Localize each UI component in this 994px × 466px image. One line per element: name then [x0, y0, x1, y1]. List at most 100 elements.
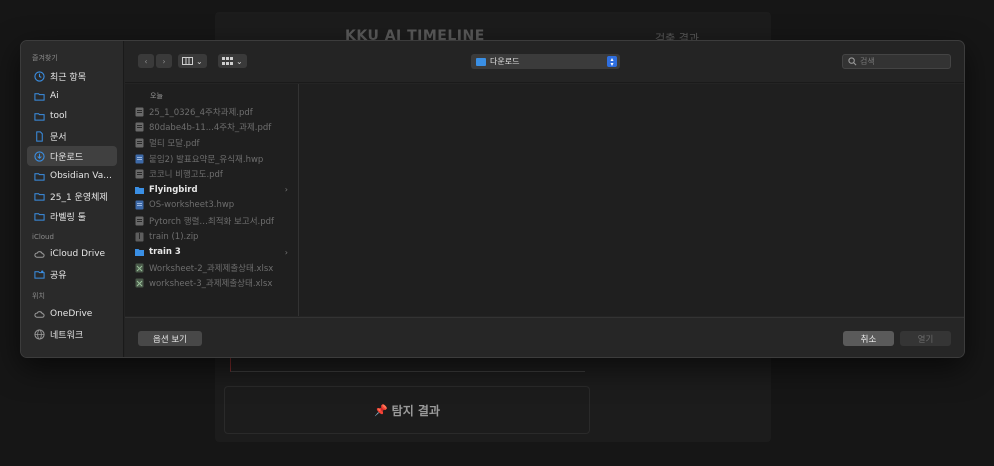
options-button[interactable]: 옵션 보기	[138, 331, 202, 346]
file-row[interactable]: Worksheet-2_과제제출상태.xlsx	[125, 260, 298, 276]
chevron-right-icon: ›	[284, 185, 288, 195]
file-row[interactable]: 코코니 비행고도.pdf	[125, 166, 298, 182]
grid-icon	[222, 57, 233, 65]
sidebar-item-ai[interactable]: Ai	[27, 86, 117, 106]
sidebar-item-label: OneDrive	[50, 309, 93, 319]
pdf-file-icon	[135, 169, 144, 179]
toolbar: ‹ › ⌄ ⌄ 다운로드 ▴ ▾ 검색	[125, 41, 964, 83]
file-name: 코코니 비행고도.pdf	[149, 170, 223, 181]
folder-icon	[33, 190, 45, 202]
sidebar-section-favorites: 즐겨찾기	[32, 54, 58, 62]
file-name: 25_1_0326_4주차과제.pdf	[149, 107, 253, 118]
clock-icon	[33, 70, 45, 82]
sidebar-item-icloud-drive[interactable]: iCloud Drive	[27, 244, 117, 264]
folder-icon	[135, 185, 144, 195]
chevron-down-icon: ⌄	[196, 56, 203, 66]
file-name: Worksheet-2_과제제출상태.xlsx	[149, 263, 274, 274]
search-placeholder: 검색	[860, 57, 875, 66]
sidebar-item-25-1-운영체제[interactable]: 25_1 운영체제	[27, 186, 117, 206]
sidebar-item-최근-항목[interactable]: 최근 항목	[27, 66, 117, 86]
location-label: 다운로드	[490, 57, 520, 66]
file-name: 붙임2) 발표요약문_유식재.hwp	[149, 154, 264, 165]
background-input-box	[230, 356, 585, 372]
folder-icon	[33, 170, 45, 182]
file-name: train (1).zip	[149, 231, 199, 242]
hwp-file-icon	[135, 200, 144, 210]
sidebar-item-onedrive[interactable]: OneDrive	[27, 304, 117, 324]
updown-arrows-icon: ▴ ▾	[607, 56, 617, 67]
search-input[interactable]: 검색	[842, 54, 951, 69]
sidebar-item-다운로드[interactable]: 다운로드	[27, 146, 117, 166]
file-name: 80dabe4b-11...4주차_과제.pdf	[149, 123, 272, 134]
sidebar-item-tool[interactable]: tool	[27, 106, 117, 126]
sidebar-section-locations: 위치	[32, 292, 45, 300]
bottom-bar: 옵션 보기 취소 열기	[125, 317, 964, 357]
xlsx-file-icon	[135, 278, 144, 288]
file-row[interactable]: train (1).zip	[125, 229, 298, 245]
file-row[interactable]: 멀티 모달.pdf	[125, 135, 298, 151]
file-open-dialog: 즐겨찾기 최근 항목 Ai tool 문서 다운로드 Obsidian Va... 25_1…	[20, 40, 965, 358]
sidebar-item-label: 라벨링 툴	[50, 212, 86, 223]
cancel-button[interactable]: 취소	[843, 331, 894, 346]
file-name: Flyingbird	[149, 184, 198, 195]
sidebar-item-label: 25_1 운영체제	[50, 192, 108, 203]
file-row[interactable]: 80dabe4b-11...4주차_과제.pdf	[125, 120, 298, 136]
file-row[interactable]: worksheet-3_과제제출상태.xlsx	[125, 276, 298, 292]
file-name: worksheet-3_과제제출상태.xlsx	[149, 279, 273, 290]
sidebar-item-label: Obsidian Va...	[50, 171, 112, 181]
sidebar-item-라벨링-툴[interactable]: 라벨링 툴	[27, 206, 117, 226]
download-icon	[33, 150, 45, 162]
sidebar-item-label: tool	[50, 111, 68, 121]
pdf-file-icon	[135, 216, 144, 226]
cloud-icon	[33, 248, 45, 260]
pdf-file-icon	[135, 138, 144, 148]
file-name: 멀티 모달.pdf	[149, 138, 200, 149]
result-label: 탐지 결과	[391, 403, 441, 418]
forward-button[interactable]: ›	[156, 54, 172, 68]
pin-icon: 📌	[373, 403, 388, 417]
folder-icon	[33, 90, 45, 102]
file-row[interactable]: 붙임2) 발표요약문_유식재.hwp	[125, 151, 298, 167]
file-row[interactable]: OS-worksheet3.hwp	[125, 198, 298, 214]
column-view-button[interactable]: ⌄	[178, 54, 207, 68]
sidebar-item-공유[interactable]: 공유	[27, 264, 117, 284]
sidebar-item-label: Ai	[50, 91, 59, 101]
file-row[interactable]: Pytorch 행렬…최적화 보고서.pdf	[125, 213, 298, 229]
open-button[interactable]: 열기	[900, 331, 951, 346]
file-row[interactable]: 25_1_0326_4주차과제.pdf	[125, 104, 298, 120]
sidebar-item-obsidian-va[interactable]: Obsidian Va...	[27, 166, 117, 186]
folder-icon	[135, 247, 144, 257]
nav-buttons: ‹ ›	[138, 54, 172, 68]
folder-row[interactable]: train 3 ›	[125, 244, 298, 260]
file-name: Pytorch 행렬…최적화 보고서.pdf	[149, 216, 275, 227]
sidebar-item-label: 다운로드	[50, 152, 84, 163]
column-header: 오늘	[150, 92, 163, 100]
folder-icon	[476, 57, 486, 66]
sidebar-item-label: 네트워크	[50, 330, 84, 341]
file-name: OS-worksheet3.hwp	[149, 200, 235, 211]
screen: KKU AI TIMELINE 검출 결과 📌 탐지 결과 즐겨찾기 최근 항목…	[0, 0, 994, 466]
search-icon	[848, 57, 857, 66]
group-view-button[interactable]: ⌄	[218, 54, 247, 68]
sidebar-item-문서[interactable]: 문서	[27, 126, 117, 146]
zip-file-icon	[135, 232, 144, 242]
background-result-box: 📌 탐지 결과	[224, 386, 590, 434]
folder-row[interactable]: Flyingbird ›	[125, 182, 298, 198]
sidebar-item-네트워크[interactable]: 네트워크	[27, 324, 117, 344]
sidebar-item-label: iCloud Drive	[50, 249, 106, 259]
file-browser: 오늘 25_1_0326_4주차과제.pdf 80dabe4b-11...4주차_…	[125, 84, 964, 316]
location-select[interactable]: 다운로드 ▴ ▾	[471, 54, 620, 69]
globe-icon	[33, 328, 45, 340]
columns-icon	[182, 57, 193, 65]
cloud-icon	[33, 308, 45, 320]
chevron-right-icon: ›	[284, 247, 288, 257]
xlsx-file-icon	[135, 263, 144, 273]
folder-icon	[33, 110, 45, 122]
folder-icon	[33, 210, 45, 222]
hwp-file-icon	[135, 154, 144, 164]
chevron-down-icon: ⌄	[236, 56, 243, 66]
sidebar-item-label: 문서	[50, 132, 67, 143]
back-button[interactable]: ‹	[138, 54, 154, 68]
pdf-file-icon	[135, 122, 144, 132]
sidebar-section-icloud: iCloud	[32, 233, 54, 241]
